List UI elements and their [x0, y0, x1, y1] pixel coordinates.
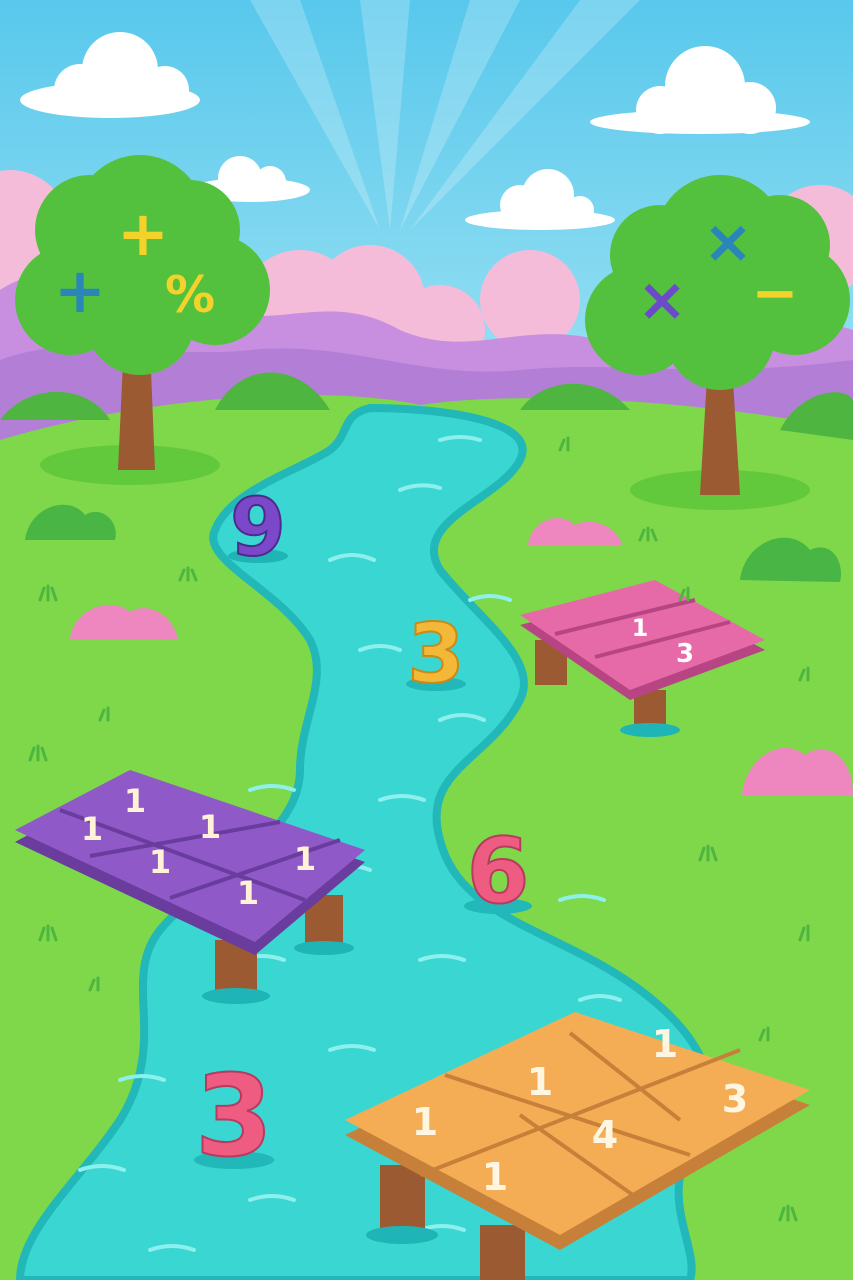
bridge-tile-number: 4	[592, 1113, 618, 1157]
bridge-tile-number: 1	[412, 1100, 438, 1144]
svg-text:6: 6	[467, 819, 530, 924]
bridge-tile-number: 1	[199, 808, 221, 846]
bridge-tile-number: 1	[237, 874, 259, 912]
svg-text:−: −	[752, 261, 799, 326]
floating-number-3[interactable]: 3	[406, 606, 466, 703]
game-scene: + + % × × − 1 3 1 1 1 1 1 1 1 1 1 4 3 1 …	[0, 0, 853, 1280]
svg-text:×: ×	[703, 207, 753, 277]
bridge-tile-number: 1	[482, 1155, 508, 1199]
floating-number-9[interactable]: 9	[228, 480, 288, 575]
svg-text:+: +	[54, 254, 106, 327]
svg-text:9: 9	[230, 481, 286, 574]
bridge-tile-number: 1	[149, 843, 171, 881]
bridge-tile-number: 1	[124, 782, 146, 820]
bridge-tile-number: 1	[652, 1022, 678, 1066]
floating-number-6[interactable]: 6	[464, 818, 532, 925]
floating-number-3-bottom[interactable]: 3	[194, 1051, 274, 1183]
bridge-tile-number: 3	[722, 1077, 748, 1121]
bridge-tile-number: 1	[81, 810, 103, 848]
bridge-tile-number: 1	[527, 1060, 553, 1104]
svg-text:%: %	[165, 266, 215, 324]
bridge-tile-number: 1	[632, 614, 649, 642]
svg-text:3: 3	[407, 607, 464, 702]
bridge-tile-number: 1	[294, 840, 316, 878]
svg-text:×: ×	[637, 265, 687, 335]
bridge-tile-number: 3	[676, 639, 694, 669]
svg-text:3: 3	[195, 1052, 273, 1182]
svg-text:+: +	[117, 197, 169, 270]
